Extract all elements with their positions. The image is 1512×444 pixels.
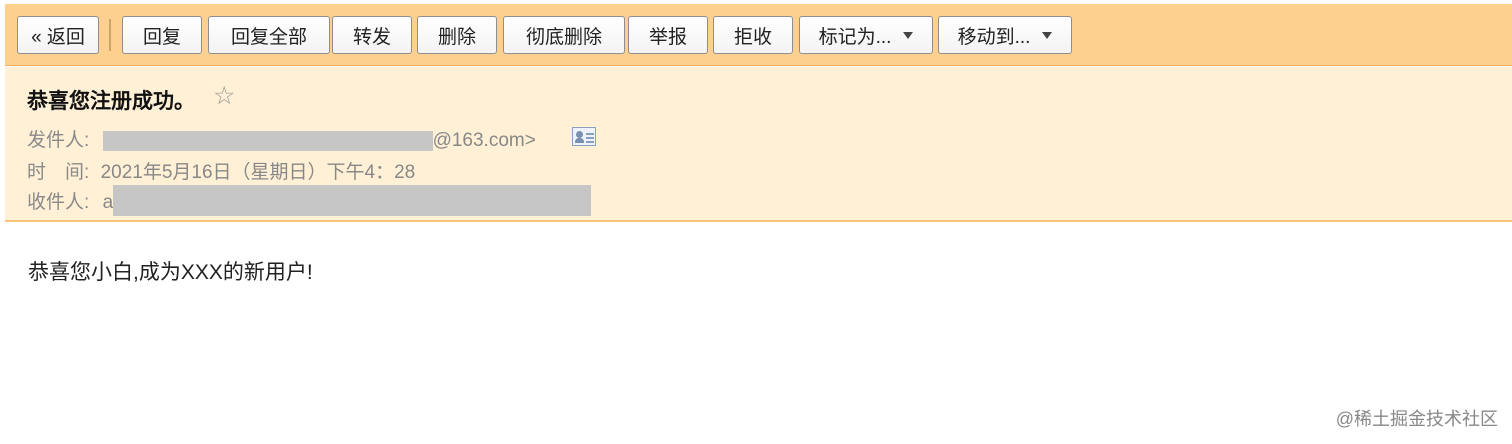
caret-down-icon <box>1042 31 1053 39</box>
forward-button[interactable]: 转发 <box>332 16 412 54</box>
to-label: 收件人: <box>27 192 90 213</box>
report-button-label: 举报 <box>648 26 687 48</box>
reject-button[interactable]: 拒收 <box>713 16 793 54</box>
mark-as-dropdown-label: 标记为... <box>818 26 892 48</box>
redacted-sender <box>102 130 433 151</box>
reply-button[interactable]: 回复 <box>122 16 202 54</box>
move-to-dropdown[interactable]: 移动到... <box>938 16 1072 54</box>
watermark: @稀土掘金技术社区 <box>1335 409 1498 429</box>
reject-button-label: 拒收 <box>733 26 772 48</box>
forward-button-label: 转发 <box>352 26 391 48</box>
report-button[interactable]: 举报 <box>628 16 708 54</box>
delete-button[interactable]: 删除 <box>417 16 497 54</box>
delete-button-label: 删除 <box>437 26 476 48</box>
redacted-recipients <box>113 185 592 217</box>
to-value-prefix: a <box>102 192 114 213</box>
to-row: 收件人: a <box>27 185 592 218</box>
reply-all-button-label: 回复全部 <box>230 26 307 48</box>
mark-as-dropdown[interactable]: 标记为... <box>799 16 933 54</box>
mail-toolbar: « 返回 回复 回复全部 转发 删除 彻底删除 举报 拒收 标记为... 移动到… <box>5 4 1512 66</box>
email-subject: 恭喜您注册成功。 <box>27 90 195 113</box>
from-address-suffix[interactable]: @163.com> <box>433 130 536 151</box>
move-to-dropdown-label: 移动到... <box>957 26 1031 48</box>
toolbar-separator <box>109 19 111 51</box>
delete-permanently-button[interactable]: 彻底删除 <box>503 16 625 54</box>
contact-card-icon[interactable] <box>572 127 596 146</box>
time-value: 2021年5月16日（星期日）下午4：28 <box>100 162 416 183</box>
from-label: 发件人: <box>27 130 90 151</box>
time-label: 时 间: <box>27 162 90 183</box>
star-icon[interactable]: ☆ <box>213 81 235 111</box>
delete-permanently-button-label: 彻底删除 <box>525 26 602 48</box>
from-row: 发件人: @163.com> <box>27 125 536 152</box>
back-button[interactable]: « 返回 <box>17 16 99 54</box>
email-body: 恭喜您小白,成为XXX的新用户! <box>28 261 313 284</box>
email-header: 恭喜您注册成功。 ☆ 发件人: @163.com> 时 间: 2021年5月16… <box>5 67 1512 222</box>
caret-down-icon <box>903 31 914 39</box>
reply-all-button[interactable]: 回复全部 <box>208 16 330 54</box>
back-button-label: « 返回 <box>31 26 85 48</box>
reply-button-label: 回复 <box>142 26 181 48</box>
time-row: 时 间: 2021年5月16日（星期日）下午4：28 <box>27 157 415 184</box>
